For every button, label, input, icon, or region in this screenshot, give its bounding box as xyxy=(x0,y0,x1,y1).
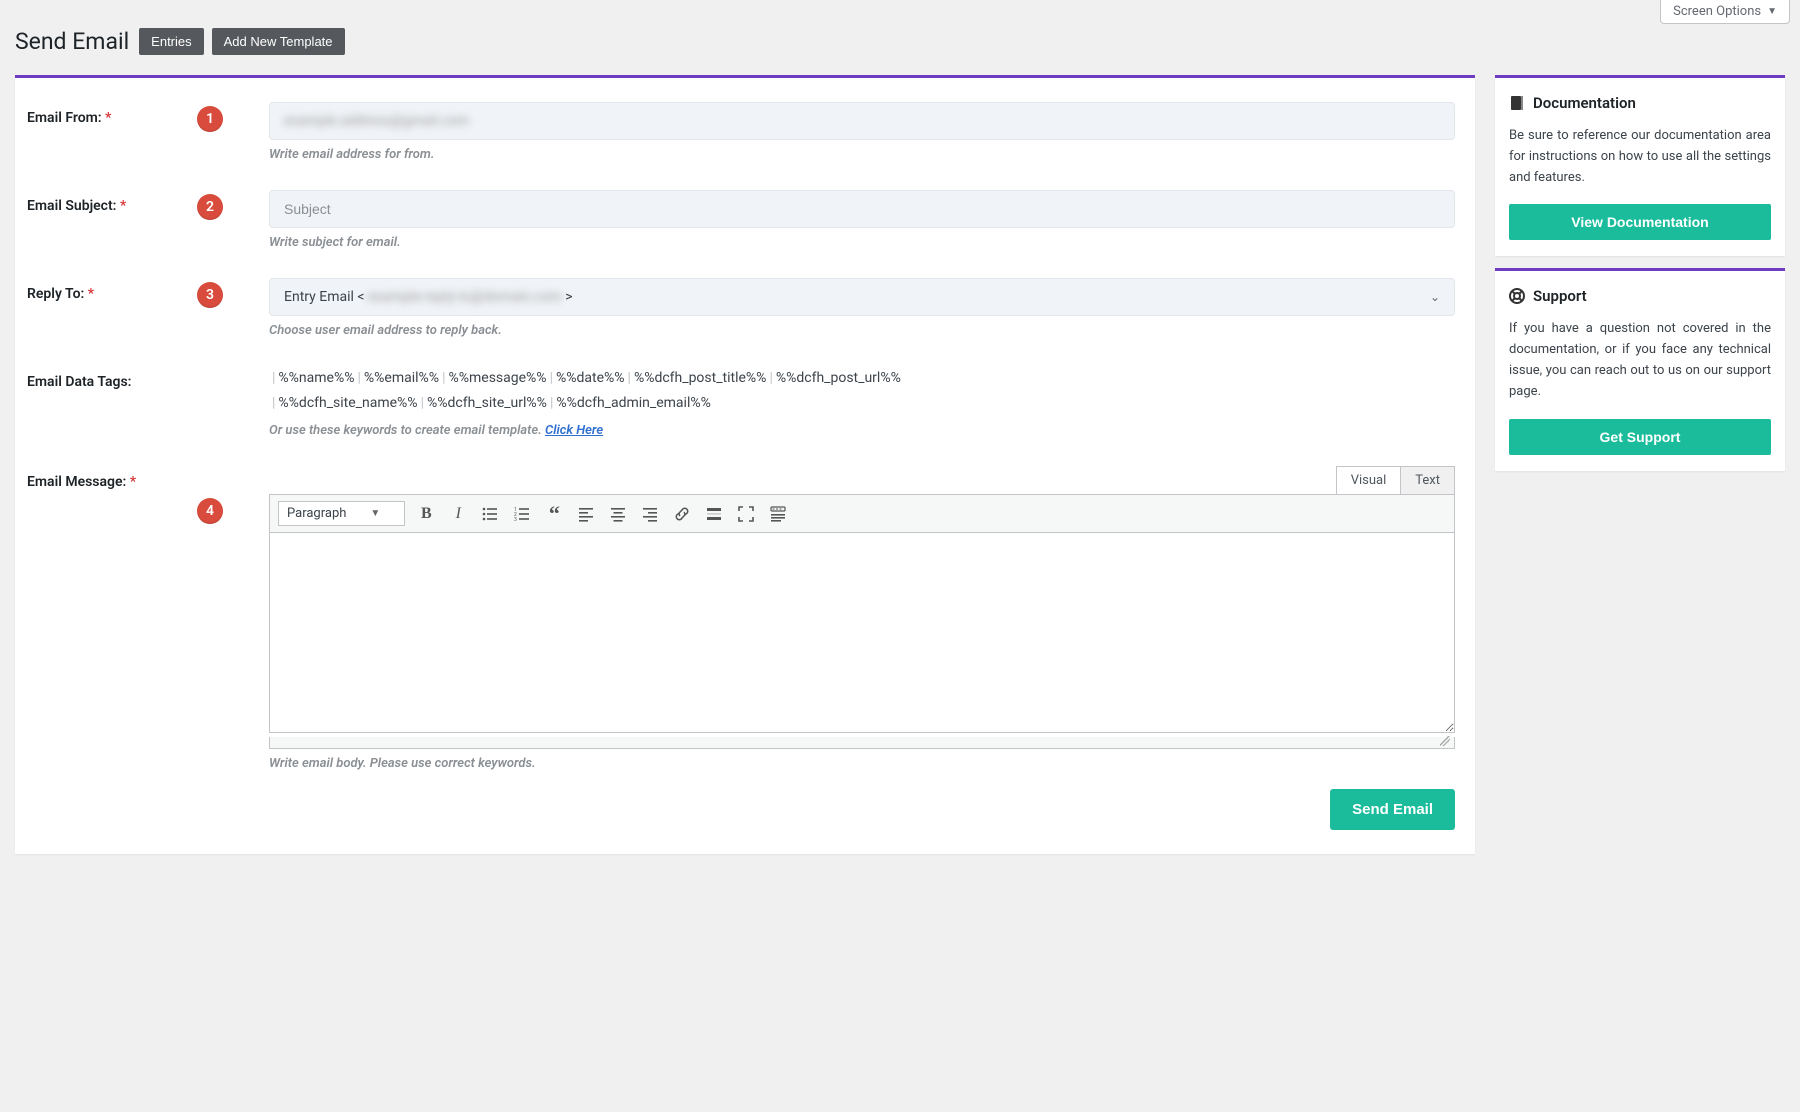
helper-reply-to: Choose user email address to reply back. xyxy=(269,323,1455,338)
tab-text[interactable]: Text xyxy=(1401,466,1455,494)
numbered-list-button[interactable]: 123 xyxy=(511,503,533,525)
align-left-button[interactable] xyxy=(575,503,597,525)
helper-email-message: Write email body. Please use correct key… xyxy=(269,756,1455,771)
support-box: Support If you have a question not cover… xyxy=(1495,268,1785,470)
email-message-editor[interactable] xyxy=(269,533,1455,733)
annotation-badge-2: 2 xyxy=(197,194,223,220)
label-email-message: Email Message: * xyxy=(27,466,197,490)
helper-data-tags: Or use these keywords to create email te… xyxy=(269,423,1455,438)
resize-handle[interactable] xyxy=(269,737,1455,749)
align-center-button[interactable] xyxy=(607,503,629,525)
tab-visual[interactable]: Visual xyxy=(1336,466,1402,494)
helper-email-from: Write email address for from. xyxy=(269,147,1455,162)
data-tag[interactable]: %%message%% xyxy=(448,370,546,386)
blockquote-button[interactable]: “ xyxy=(543,503,565,525)
page-title: Send Email xyxy=(15,28,129,55)
annotation-badge-1: 1 xyxy=(197,106,223,132)
screen-options-toggle[interactable]: Screen Options ▼ xyxy=(1660,0,1790,24)
data-tag[interactable]: %%email%% xyxy=(364,370,439,386)
book-icon xyxy=(1509,95,1525,111)
italic-button[interactable]: I xyxy=(447,503,469,525)
entries-button[interactable]: Entries xyxy=(139,28,203,55)
add-new-template-button[interactable]: Add New Template xyxy=(212,28,345,55)
editor-toolbar: Paragraph▼ B I 123 “ xyxy=(269,494,1455,533)
read-more-button[interactable] xyxy=(703,503,725,525)
email-from-input[interactable]: example.address@gmail.com xyxy=(269,102,1455,140)
view-documentation-button[interactable]: View Documentation xyxy=(1509,204,1771,240)
data-tag[interactable]: %%dcfh_site_name%% xyxy=(278,395,417,411)
chevron-down-icon: ⌄ xyxy=(1430,290,1440,304)
documentation-text: Be sure to reference our documentation a… xyxy=(1509,126,1771,188)
data-tag[interactable]: %%dcfh_post_url%% xyxy=(776,370,901,386)
align-right-button[interactable] xyxy=(639,503,661,525)
caret-down-icon: ▼ xyxy=(1767,6,1777,17)
screen-options-label: Screen Options xyxy=(1673,4,1761,19)
label-email-from: Email From: * xyxy=(27,102,197,126)
data-tag[interactable]: %%dcfh_post_title%% xyxy=(634,370,767,386)
format-select[interactable]: Paragraph▼ xyxy=(278,501,405,526)
data-tags-list: |%%name%%|%%email%%|%%message%%|%%date%%… xyxy=(269,366,1455,416)
get-support-button[interactable]: Get Support xyxy=(1509,419,1771,455)
data-tag[interactable]: %%name%% xyxy=(278,370,354,386)
reply-to-select[interactable]: Entry Email < example-reply-to@domain.co… xyxy=(269,278,1455,316)
label-email-subject: Email Subject: * xyxy=(27,190,197,214)
click-here-link[interactable]: Click Here xyxy=(545,423,603,438)
email-subject-input[interactable] xyxy=(269,190,1455,228)
data-tag[interactable]: %%dcfh_site_url%% xyxy=(427,395,547,411)
toolbar-toggle-button[interactable] xyxy=(767,503,789,525)
bold-button[interactable]: B xyxy=(415,503,437,525)
lifebuoy-icon xyxy=(1509,288,1525,304)
data-tag[interactable]: %%dcfh_admin_email%% xyxy=(556,395,711,411)
label-data-tags: Email Data Tags: xyxy=(27,366,197,390)
annotation-badge-3: 3 xyxy=(197,282,223,308)
data-tag[interactable]: %%date%% xyxy=(556,370,625,386)
support-text: If you have a question not covered in th… xyxy=(1509,319,1771,402)
annotation-badge-4: 4 xyxy=(197,498,223,524)
fullscreen-button[interactable] xyxy=(735,503,757,525)
bullet-list-button[interactable] xyxy=(479,503,501,525)
svg-text:3: 3 xyxy=(514,517,517,522)
support-title: Support xyxy=(1533,287,1587,305)
helper-email-subject: Write subject for email. xyxy=(269,235,1455,250)
label-reply-to: Reply To: * xyxy=(27,278,197,302)
main-panel: Email From: * 1 example.address@gmail.co… xyxy=(15,75,1475,854)
link-button[interactable] xyxy=(671,503,693,525)
send-email-button[interactable]: Send Email xyxy=(1330,789,1455,830)
documentation-box: Documentation Be sure to reference our d… xyxy=(1495,75,1785,256)
documentation-title: Documentation xyxy=(1533,94,1636,112)
